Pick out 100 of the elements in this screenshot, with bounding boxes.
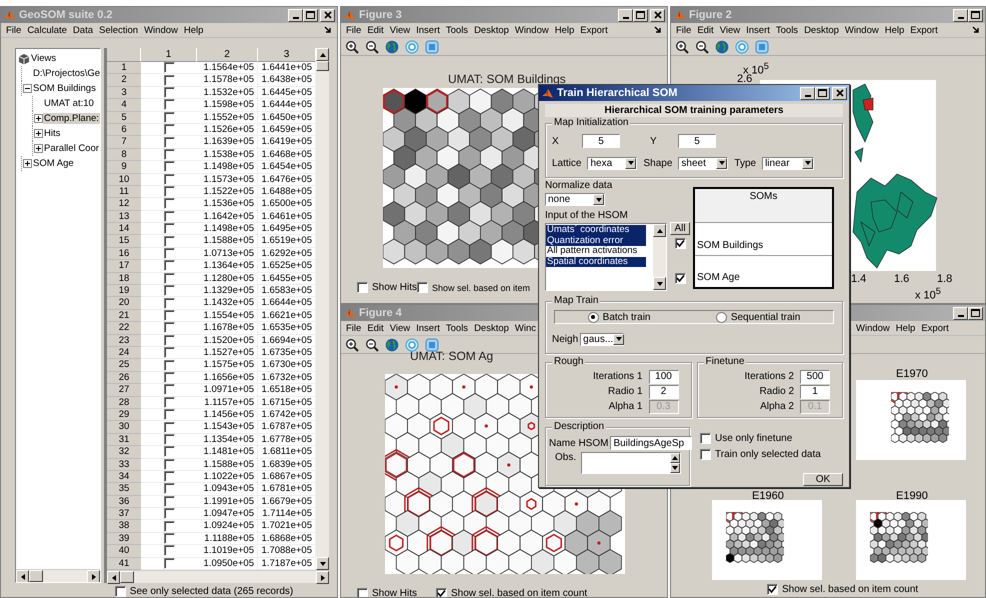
close-button[interactable] <box>832 86 847 100</box>
menu-item[interactable]: Tools <box>442 24 472 36</box>
checkbox[interactable] <box>164 508 174 520</box>
text-field[interactable]: BuildingsAgeSp <box>610 436 692 450</box>
tree-item[interactable]: UMAT at:10 <box>43 98 95 109</box>
menu-item[interactable]: Export <box>577 24 611 36</box>
checkbox[interactable] <box>164 372 174 383</box>
tree-item[interactable]: Parallel Coor <box>43 143 100 154</box>
dropdown[interactable]: none <box>545 193 605 206</box>
list-item[interactable]: Quantization error <box>546 236 646 246</box>
tree-item[interactable]: Views <box>30 53 58 64</box>
expand-toggle[interactable] <box>22 159 32 168</box>
menu-item[interactable]: Data <box>70 24 96 36</box>
checkbox[interactable] <box>767 584 778 595</box>
zoom-out-icon[interactable] <box>365 338 379 352</box>
list-item[interactable]: Umats´ coordinates <box>546 225 646 236</box>
checkbox[interactable] <box>700 449 711 460</box>
menu-item[interactable]: Edit <box>364 24 387 36</box>
menu-item[interactable]: Selection <box>96 24 142 36</box>
target-icon[interactable] <box>405 338 419 352</box>
radio-button[interactable] <box>716 312 727 322</box>
text-field[interactable]: 1 <box>800 384 830 398</box>
list-item[interactable]: SOM Age <box>697 272 740 283</box>
menu-item[interactable]: View <box>386 24 414 36</box>
scroll-thumb[interactable] <box>120 571 134 583</box>
menu-item[interactable]: View <box>386 322 414 334</box>
checkbox[interactable] <box>164 322 174 334</box>
checkbox[interactable] <box>674 273 686 284</box>
scroll-left-button[interactable] <box>16 570 29 582</box>
dropdown[interactable]: hexa <box>587 156 638 170</box>
checkbox[interactable] <box>164 520 174 532</box>
radio-button[interactable] <box>588 312 599 322</box>
menu-item[interactable]: Calculate <box>24 24 70 36</box>
globe-icon[interactable] <box>385 338 399 352</box>
menu-item[interactable]: Export <box>918 322 952 334</box>
checkbox[interactable] <box>164 148 174 160</box>
list-box[interactable]: Umats´ coordinates Quantization error All pattern activations Spatial coordinates <box>545 223 667 291</box>
menu-item[interactable]: Help <box>180 24 206 36</box>
scroll-up-button[interactable] <box>653 224 666 237</box>
menu-item[interactable]: Edit <box>364 322 387 334</box>
tree-item[interactable]: SOM Buildings <box>32 83 97 94</box>
scroll-right-button[interactable] <box>316 571 329 584</box>
dropdown[interactable]: gaus... <box>580 332 624 346</box>
checkbox[interactable] <box>357 282 368 293</box>
zoom-in-icon[interactable] <box>345 338 359 352</box>
tree-item[interactable]: SOM Age <box>32 158 75 169</box>
checkbox[interactable] <box>164 136 174 148</box>
checkbox[interactable] <box>164 112 174 123</box>
dock-arrow-icon[interactable] <box>324 26 332 34</box>
menu-item[interactable]: Edit <box>694 24 717 36</box>
menu-item[interactable]: File <box>673 24 694 36</box>
checkbox[interactable] <box>164 174 174 185</box>
menu-item[interactable]: Window <box>141 24 181 36</box>
expand-toggle[interactable] <box>34 129 42 138</box>
text-field[interactable]: 5 <box>678 134 716 148</box>
checkbox[interactable] <box>164 360 174 371</box>
checkbox[interactable] <box>164 186 174 198</box>
menu-item[interactable]: Winc <box>512 322 540 334</box>
checkbox[interactable] <box>114 586 126 597</box>
vertical-scrollbar[interactable] <box>670 453 680 473</box>
ok-button[interactable]: OK <box>803 473 843 486</box>
target-icon[interactable] <box>735 40 749 54</box>
checkbox[interactable] <box>164 483 174 494</box>
menu-item[interactable]: Insert <box>413 24 443 36</box>
scroll-right-button[interactable] <box>87 570 100 582</box>
checkbox[interactable] <box>164 210 174 222</box>
text-field[interactable]: 5 <box>582 134 620 148</box>
menu-item[interactable]: File <box>343 24 364 36</box>
menu-item[interactable]: Tools <box>442 322 472 334</box>
target-icon[interactable] <box>405 40 419 54</box>
menu-item[interactable]: Help <box>882 24 908 36</box>
zoom-in-icon[interactable] <box>345 40 359 54</box>
text-area[interactable] <box>581 452 681 474</box>
checkbox[interactable] <box>164 558 174 569</box>
checkbox[interactable] <box>164 260 174 272</box>
tree-item[interactable]: D:\Projectos\Ge <box>32 68 100 79</box>
menu-item[interactable]: File <box>343 322 364 334</box>
globe-icon[interactable] <box>715 40 729 54</box>
vertical-scrollbar[interactable] <box>653 224 666 290</box>
checkbox[interactable] <box>164 62 174 74</box>
checkbox[interactable] <box>164 248 174 260</box>
checkbox[interactable] <box>164 446 174 458</box>
checkbox[interactable] <box>164 434 174 445</box>
checkbox[interactable] <box>164 422 174 433</box>
zoom-in-icon[interactable] <box>675 40 689 54</box>
maximize-button[interactable] <box>815 86 830 100</box>
checkbox[interactable] <box>164 396 174 408</box>
menu-item[interactable]: Window <box>512 24 552 36</box>
scroll-down-button[interactable] <box>653 277 666 290</box>
globe-icon[interactable] <box>385 40 399 54</box>
menu-item[interactable]: Tools <box>772 24 802 36</box>
menu-item[interactable]: Export <box>907 24 941 36</box>
tree-item[interactable]: Comp.Plane: <box>43 113 100 124</box>
checkbox[interactable] <box>164 533 174 544</box>
text-field[interactable]: 100 <box>648 370 678 384</box>
checkbox[interactable] <box>164 545 174 556</box>
menu-item[interactable]: Desktop <box>471 322 512 334</box>
dropdown[interactable]: sheet <box>678 156 728 170</box>
text-field[interactable]: 2 <box>648 384 678 398</box>
checkbox[interactable] <box>700 433 711 444</box>
